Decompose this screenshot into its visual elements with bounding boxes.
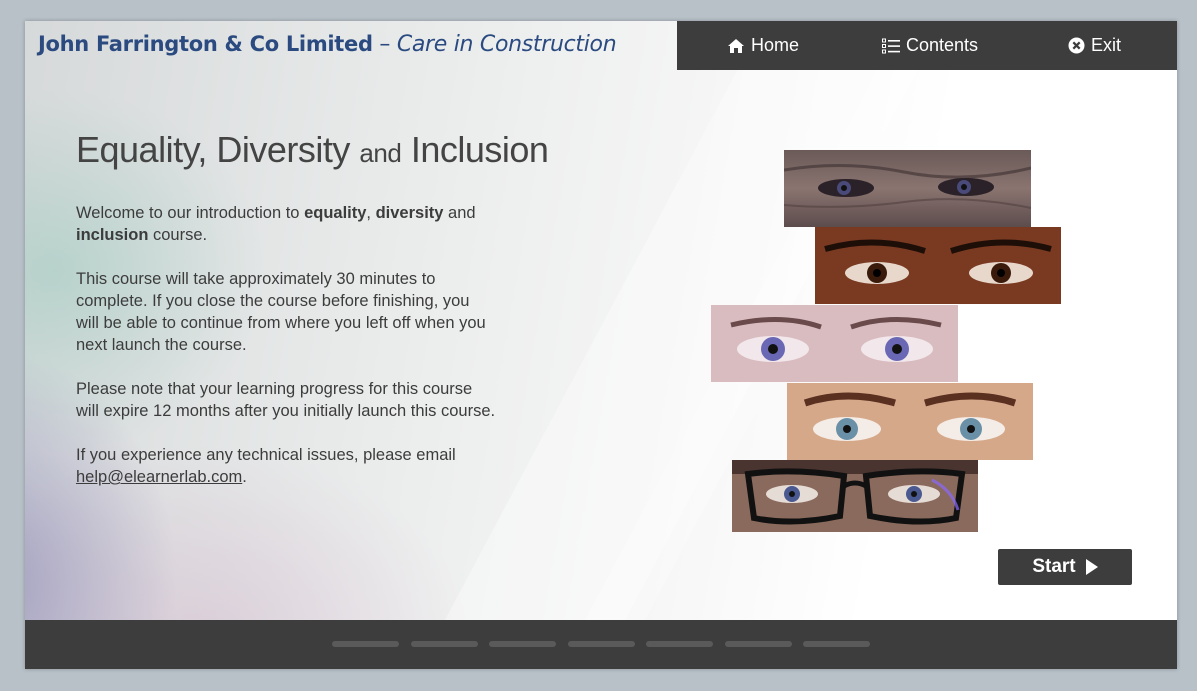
diversity-text: diversity: [375, 204, 444, 222]
footer-bar: [25, 620, 1177, 669]
page-title: Equality, Diversity and Inclusion: [76, 129, 549, 171]
company-tagline: Care in Construction: [396, 32, 617, 57]
progress-segment: [332, 641, 399, 647]
eye-strip-older: [784, 150, 1031, 227]
inclusion-text: inclusion: [76, 226, 149, 244]
contents-label: Contents: [906, 35, 979, 55]
exit-button[interactable]: Exit: [1068, 21, 1121, 70]
progress-segment: [725, 641, 792, 647]
welcome-paragraph: Welcome to our introduction to equality,…: [76, 202, 496, 246]
list-icon: [882, 38, 900, 54]
close-circle-icon: [1068, 37, 1085, 54]
contents-button[interactable]: Contents: [882, 21, 978, 70]
home-button[interactable]: Home: [727, 21, 799, 70]
support-text: If you experience any technical issues, …: [76, 446, 456, 464]
eye-strip-violet: [711, 305, 958, 382]
title-inclusion: Inclusion: [401, 129, 549, 170]
brand-separator: –: [372, 32, 397, 57]
title-equality-diversity: Equality, Diversity: [76, 129, 360, 170]
intro-text: Welcome to our introduction to equality,…: [76, 202, 496, 510]
progress-segment: [568, 641, 635, 647]
exit-label: Exit: [1091, 35, 1122, 55]
home-icon: [727, 38, 745, 54]
expiry-paragraph: Please note that your learning progress …: [76, 380, 496, 420]
support-email-link[interactable]: help@elearnerlab.com: [76, 468, 242, 486]
welcome-text: Welcome to our introduction to: [76, 204, 305, 222]
eye-strip-brown: [815, 227, 1061, 304]
course-text: course.: [148, 226, 208, 244]
home-label: Home: [751, 35, 800, 55]
course-window: John Farrington & Co Limited – Care in C…: [25, 21, 1177, 669]
progress-segment: [411, 641, 478, 647]
company-name: John Farrington & Co Limited: [38, 32, 373, 56]
top-navigation: Home Contents Exit: [677, 21, 1177, 70]
duration-paragraph: This course will take approximately 30 m…: [76, 270, 486, 354]
eye-strip-glasses: [732, 460, 978, 532]
and-text: and: [443, 204, 476, 222]
title-and: and: [359, 138, 402, 168]
play-arrow-icon: [1085, 559, 1098, 575]
company-brand: John Farrington & Co Limited – Care in C…: [38, 32, 617, 57]
progress-segment: [646, 641, 713, 647]
progress-segment: [803, 641, 870, 647]
equality-text: equality: [304, 204, 367, 222]
start-label: Start: [1032, 556, 1076, 577]
start-button[interactable]: Start: [998, 549, 1132, 585]
support-paragraph: If you experience any technical issues, …: [76, 444, 496, 488]
eye-strip-blue: [787, 383, 1033, 460]
support-end: .: [242, 468, 247, 486]
progress-segment: [489, 641, 556, 647]
comma: ,: [366, 204, 376, 222]
